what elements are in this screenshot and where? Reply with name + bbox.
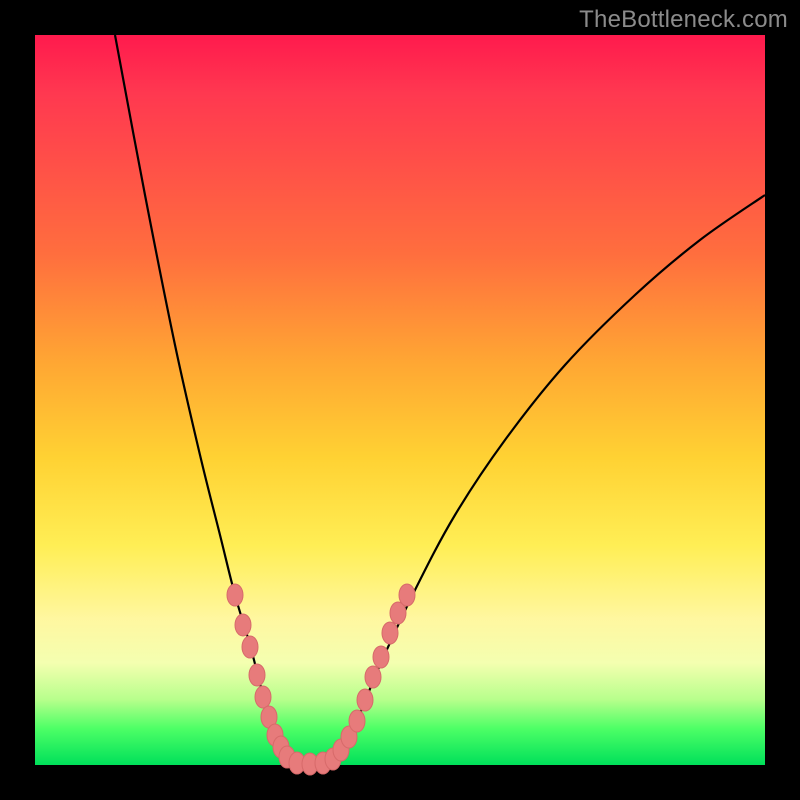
curve-marker <box>242 636 258 658</box>
curve-marker <box>373 646 389 668</box>
curve-marker <box>349 710 365 732</box>
curve-marker <box>235 614 251 636</box>
curve-marker <box>255 686 271 708</box>
chart-frame: TheBottleneck.com <box>0 0 800 800</box>
curve-marker <box>382 622 398 644</box>
curve-marker <box>357 689 373 711</box>
curve-marker <box>227 584 243 606</box>
curve-marker <box>249 664 265 686</box>
plot-area <box>35 35 765 765</box>
bottleneck-curve <box>115 35 765 764</box>
curve-marker <box>365 666 381 688</box>
curve-layer <box>35 35 765 765</box>
marker-group <box>227 584 415 775</box>
curve-marker <box>399 584 415 606</box>
watermark-text: TheBottleneck.com <box>579 6 788 34</box>
